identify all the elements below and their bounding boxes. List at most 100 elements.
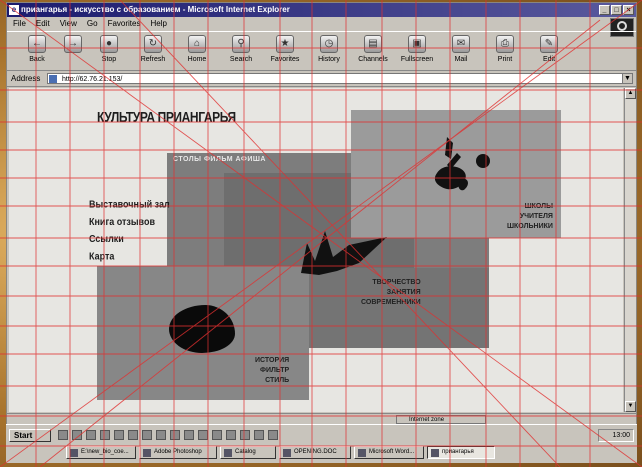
task-button[interactable]: E:\new_bio_coe...	[66, 446, 136, 459]
link-contemporaries[interactable]: СОВРЕМЕННИКИ	[361, 298, 421, 308]
history-icon: ◷	[320, 35, 338, 53]
back-button[interactable]: ← Back	[15, 32, 59, 70]
page-icon	[49, 75, 57, 83]
back-label: Back	[29, 56, 45, 63]
mail-icon: ✉	[452, 35, 470, 53]
edit-icon: ✎	[540, 35, 558, 53]
print-label: Print	[497, 56, 513, 63]
system-tray-clock: 13:00	[598, 429, 634, 442]
refresh-button[interactable]: ↻ Refresh	[131, 32, 175, 70]
link-classes[interactable]: ЗАНЯТИЯ	[361, 288, 421, 298]
task-button[interactable]: Catalog	[220, 446, 276, 459]
channels-button[interactable]: ▤ Channels	[351, 32, 395, 70]
search-label: Search	[229, 56, 253, 63]
quicklaunch-icon[interactable]	[240, 430, 250, 440]
home-icon: ⌂	[188, 35, 206, 53]
channels-icon: ▤	[364, 35, 382, 53]
window-title: приангарья - искусство с образованием - …	[21, 5, 290, 14]
refresh-icon: ↻	[144, 35, 162, 53]
task-button-active[interactable]: приангарья	[427, 446, 495, 459]
link-style[interactable]: СТИЛЬ	[255, 376, 289, 386]
quicklaunch-icon[interactable]	[100, 430, 110, 440]
link-filter[interactable]: ФИЛЬТР	[255, 366, 289, 376]
menu-edit[interactable]: Edit	[36, 17, 50, 30]
web-page-viewport: КУЛЬТУРА ПРИАНГАРЬЯ СТОЛЫ ФИЛЬМ АФИША Вы…	[9, 88, 623, 412]
menu-favorites[interactable]: Favorites	[108, 17, 141, 30]
schools-links: ШКОЛЫ УЧИТЕЛЯ ШКОЛЬНИКИ	[507, 202, 553, 232]
menu-view[interactable]: View	[60, 17, 77, 30]
edit-button[interactable]: ✎ Edit	[527, 32, 571, 70]
security-zone: Internet zone	[396, 415, 486, 424]
quicklaunch-icon[interactable]	[128, 430, 138, 440]
maximize-button[interactable]: □	[611, 5, 622, 15]
link-creativity[interactable]: ТВОРЧЕСТВО	[361, 278, 420, 288]
window-controls: _ □ ×	[599, 5, 634, 15]
quicklaunch-icon[interactable]	[86, 430, 96, 440]
windows-taskbar: Start E:\new_bio_coe... Adobe Photoshop …	[6, 424, 637, 463]
quicklaunch-icon[interactable]	[198, 430, 208, 440]
link-history[interactable]: ИСТОРИЯ	[255, 356, 289, 366]
quicklaunch-icon[interactable]	[226, 430, 236, 440]
scroll-up-button[interactable]: ▲	[625, 88, 636, 99]
link-teachers[interactable]: УЧИТЕЛЯ	[507, 212, 553, 222]
close-button[interactable]: ×	[623, 5, 634, 15]
task-button[interactable]: Microsoft Word...	[354, 446, 424, 459]
quicklaunch-icon[interactable]	[58, 430, 68, 440]
mail-label: Mail	[454, 56, 468, 63]
quicklaunch-icon[interactable]	[254, 430, 264, 440]
print-button[interactable]: ⎙ Print	[483, 32, 527, 70]
stop-icon: ●	[100, 35, 118, 53]
link-schools[interactable]: ШКОЛЫ	[507, 202, 553, 212]
fullscreen-label: Fullscreen	[400, 56, 434, 63]
forward-button[interactable]: →	[59, 32, 87, 70]
quicklaunch-icon[interactable]	[156, 430, 166, 440]
history-links: ИСТОРИЯ ФИЛЬТР СТИЛЬ	[255, 356, 289, 386]
scroll-down-button[interactable]: ▼	[625, 401, 636, 412]
menu-link-exhibition[interactable]: Выставочный зал	[89, 196, 170, 213]
menu-help[interactable]: Help	[150, 17, 166, 30]
quicklaunch-icon[interactable]	[170, 430, 180, 440]
back-arrow-icon: ←	[28, 35, 46, 53]
channels-label: Channels	[358, 56, 388, 63]
menu-bar: File Edit View Go Favorites Help	[7, 17, 636, 30]
menu-link-guestbook[interactable]: Книга отзывов	[89, 213, 170, 230]
minimize-button[interactable]: _	[599, 5, 610, 15]
quicklaunch-icon[interactable]	[268, 430, 278, 440]
left-menu: Выставочный зал Книга отзывов Ссылки Кар…	[89, 196, 170, 265]
browser-window: e приангарья - искусство с образованием …	[6, 2, 637, 462]
quicklaunch-icon[interactable]	[114, 430, 124, 440]
menu-go[interactable]: Go	[87, 17, 98, 30]
start-label: Start	[14, 431, 33, 440]
black-oval-graphic	[169, 305, 235, 353]
favorites-button[interactable]: ★ Favorites	[263, 32, 307, 70]
stop-button[interactable]: ● Stop	[87, 32, 131, 70]
fullscreen-button[interactable]: ▣ Fullscreen	[395, 32, 439, 70]
fullscreen-icon: ▣	[408, 35, 426, 53]
quicklaunch-icon[interactable]	[72, 430, 82, 440]
search-button[interactable]: ⚲ Search	[219, 32, 263, 70]
address-dropdown-button[interactable]: ▼	[622, 73, 633, 84]
vertical-scrollbar[interactable]: ▲ ▼	[624, 88, 636, 412]
favorites-label: Favorites	[270, 56, 300, 63]
window-titlebar[interactable]: e приангарья - искусство с образованием …	[7, 3, 636, 17]
menu-file[interactable]: File	[13, 17, 26, 30]
history-label: History	[318, 56, 340, 63]
panel-header[interactable]: СТОЛЫ ФИЛЬМ АФИША	[173, 156, 266, 163]
quicklaunch-icon[interactable]	[212, 430, 222, 440]
print-icon: ⎙	[496, 35, 514, 53]
mail-button[interactable]: ✉ Mail	[439, 32, 483, 70]
menu-link-map[interactable]: Карта	[89, 248, 170, 265]
task-button[interactable]: OPENING.DOC	[279, 446, 351, 459]
menu-link-links[interactable]: Ссылки	[89, 231, 170, 248]
ie-app-icon: e	[9, 5, 19, 15]
quicklaunch-icon[interactable]	[184, 430, 194, 440]
address-input[interactable]: http://62.76.21.153/	[47, 73, 629, 84]
quicklaunch-icon[interactable]	[142, 430, 152, 440]
black-crown-graphic	[301, 231, 387, 275]
start-button[interactable]: Start	[9, 429, 51, 442]
task-button[interactable]: Adobe Photoshop	[139, 446, 217, 459]
page-title: КУЛЬТУРА ПРИАНГАРЬЯ	[97, 108, 236, 126]
home-button[interactable]: ⌂ Home	[175, 32, 219, 70]
history-button[interactable]: ◷ History	[307, 32, 351, 70]
link-pupils[interactable]: ШКОЛЬНИКИ	[507, 222, 553, 232]
